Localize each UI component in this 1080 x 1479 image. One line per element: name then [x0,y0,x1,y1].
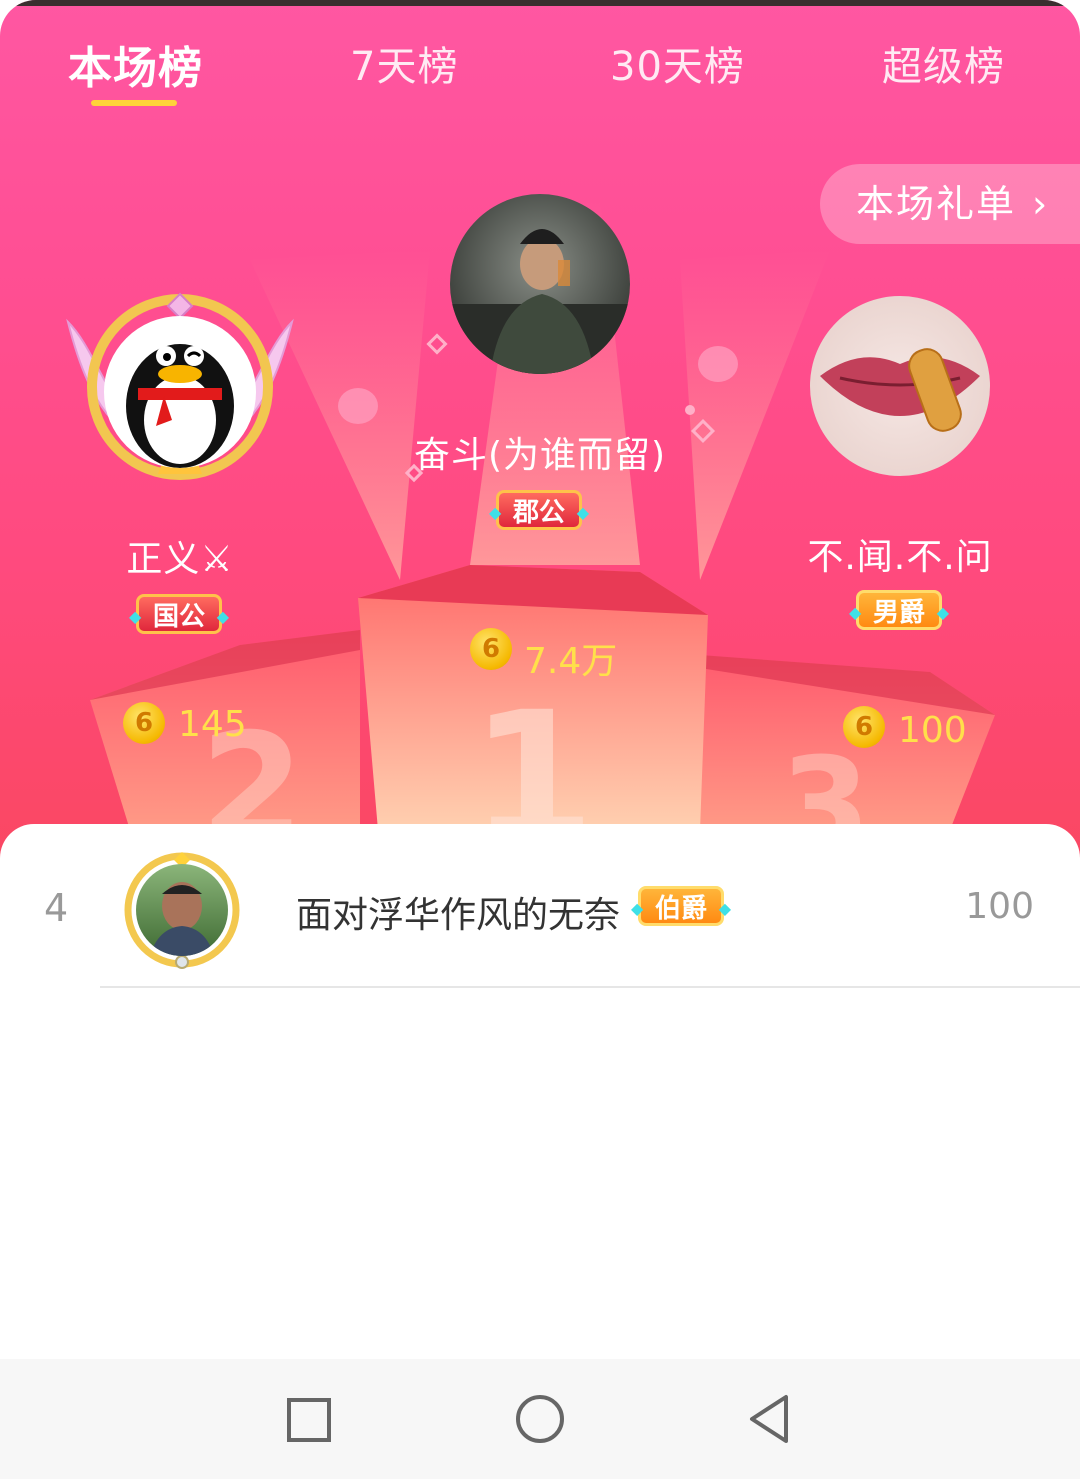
penguin-avatar-icon [126,344,234,468]
list-score: 100 [965,886,1034,927]
coin-icon: 6 [470,628,512,670]
first-badge: 郡公 [489,490,589,533]
first-score: 7.4万 [524,641,618,682]
list-badge: 伯爵 [631,886,731,929]
avatar-third [810,296,990,476]
avatar-list-item [136,864,228,956]
gift-list-button[interactable]: 本场礼单 › [820,164,1080,244]
chevron-right-icon: › [1032,182,1050,226]
first-name: 奋斗(为谁而留) [413,435,667,476]
second-score: 145 [178,704,247,745]
man-photo-icon [150,882,214,956]
second-badge: 国公 [129,594,229,637]
circle-icon[interactable] [514,1393,566,1445]
triangle-back-icon[interactable] [746,1393,792,1445]
avatar-second [104,316,256,468]
ranking-list: 4 面对浮华作风的无奈 伯爵 100 [0,824,1080,1359]
second-name: 正义⚔ [126,539,234,580]
third-score: 100 [898,710,967,751]
tab-super[interactable]: 超级榜 [882,34,1005,92]
third-badge: 男爵 [849,590,949,633]
tab-7-days[interactable]: 7天榜 [350,34,458,92]
list-name: 面对浮华作风的无奈 [296,895,621,936]
coin-icon: 6 [123,702,165,744]
tab-active-indicator [91,100,177,106]
man-photo-icon [450,229,630,374]
gift-list-label: 本场礼单 [856,182,1017,226]
lips-photo-icon [820,348,980,432]
leaderboard-hero: 2 3 1 本场榜 7天榜 30天榜 超级榜 本场礼单 › 正义⚔ ◆ 国公 ◆… [0,0,1080,870]
third-name: 不.闻.不.问 [807,537,993,578]
tab-this-session[interactable]: 本场榜 [68,32,203,96]
coin-icon: 6 [843,706,885,748]
avatar-first [450,194,630,374]
row-divider [100,986,1080,988]
square-icon[interactable] [286,1397,332,1443]
system-nav-bar [0,1359,1080,1479]
list-rank: 4 [44,886,69,930]
tab-30-days[interactable]: 30天榜 [610,34,745,92]
